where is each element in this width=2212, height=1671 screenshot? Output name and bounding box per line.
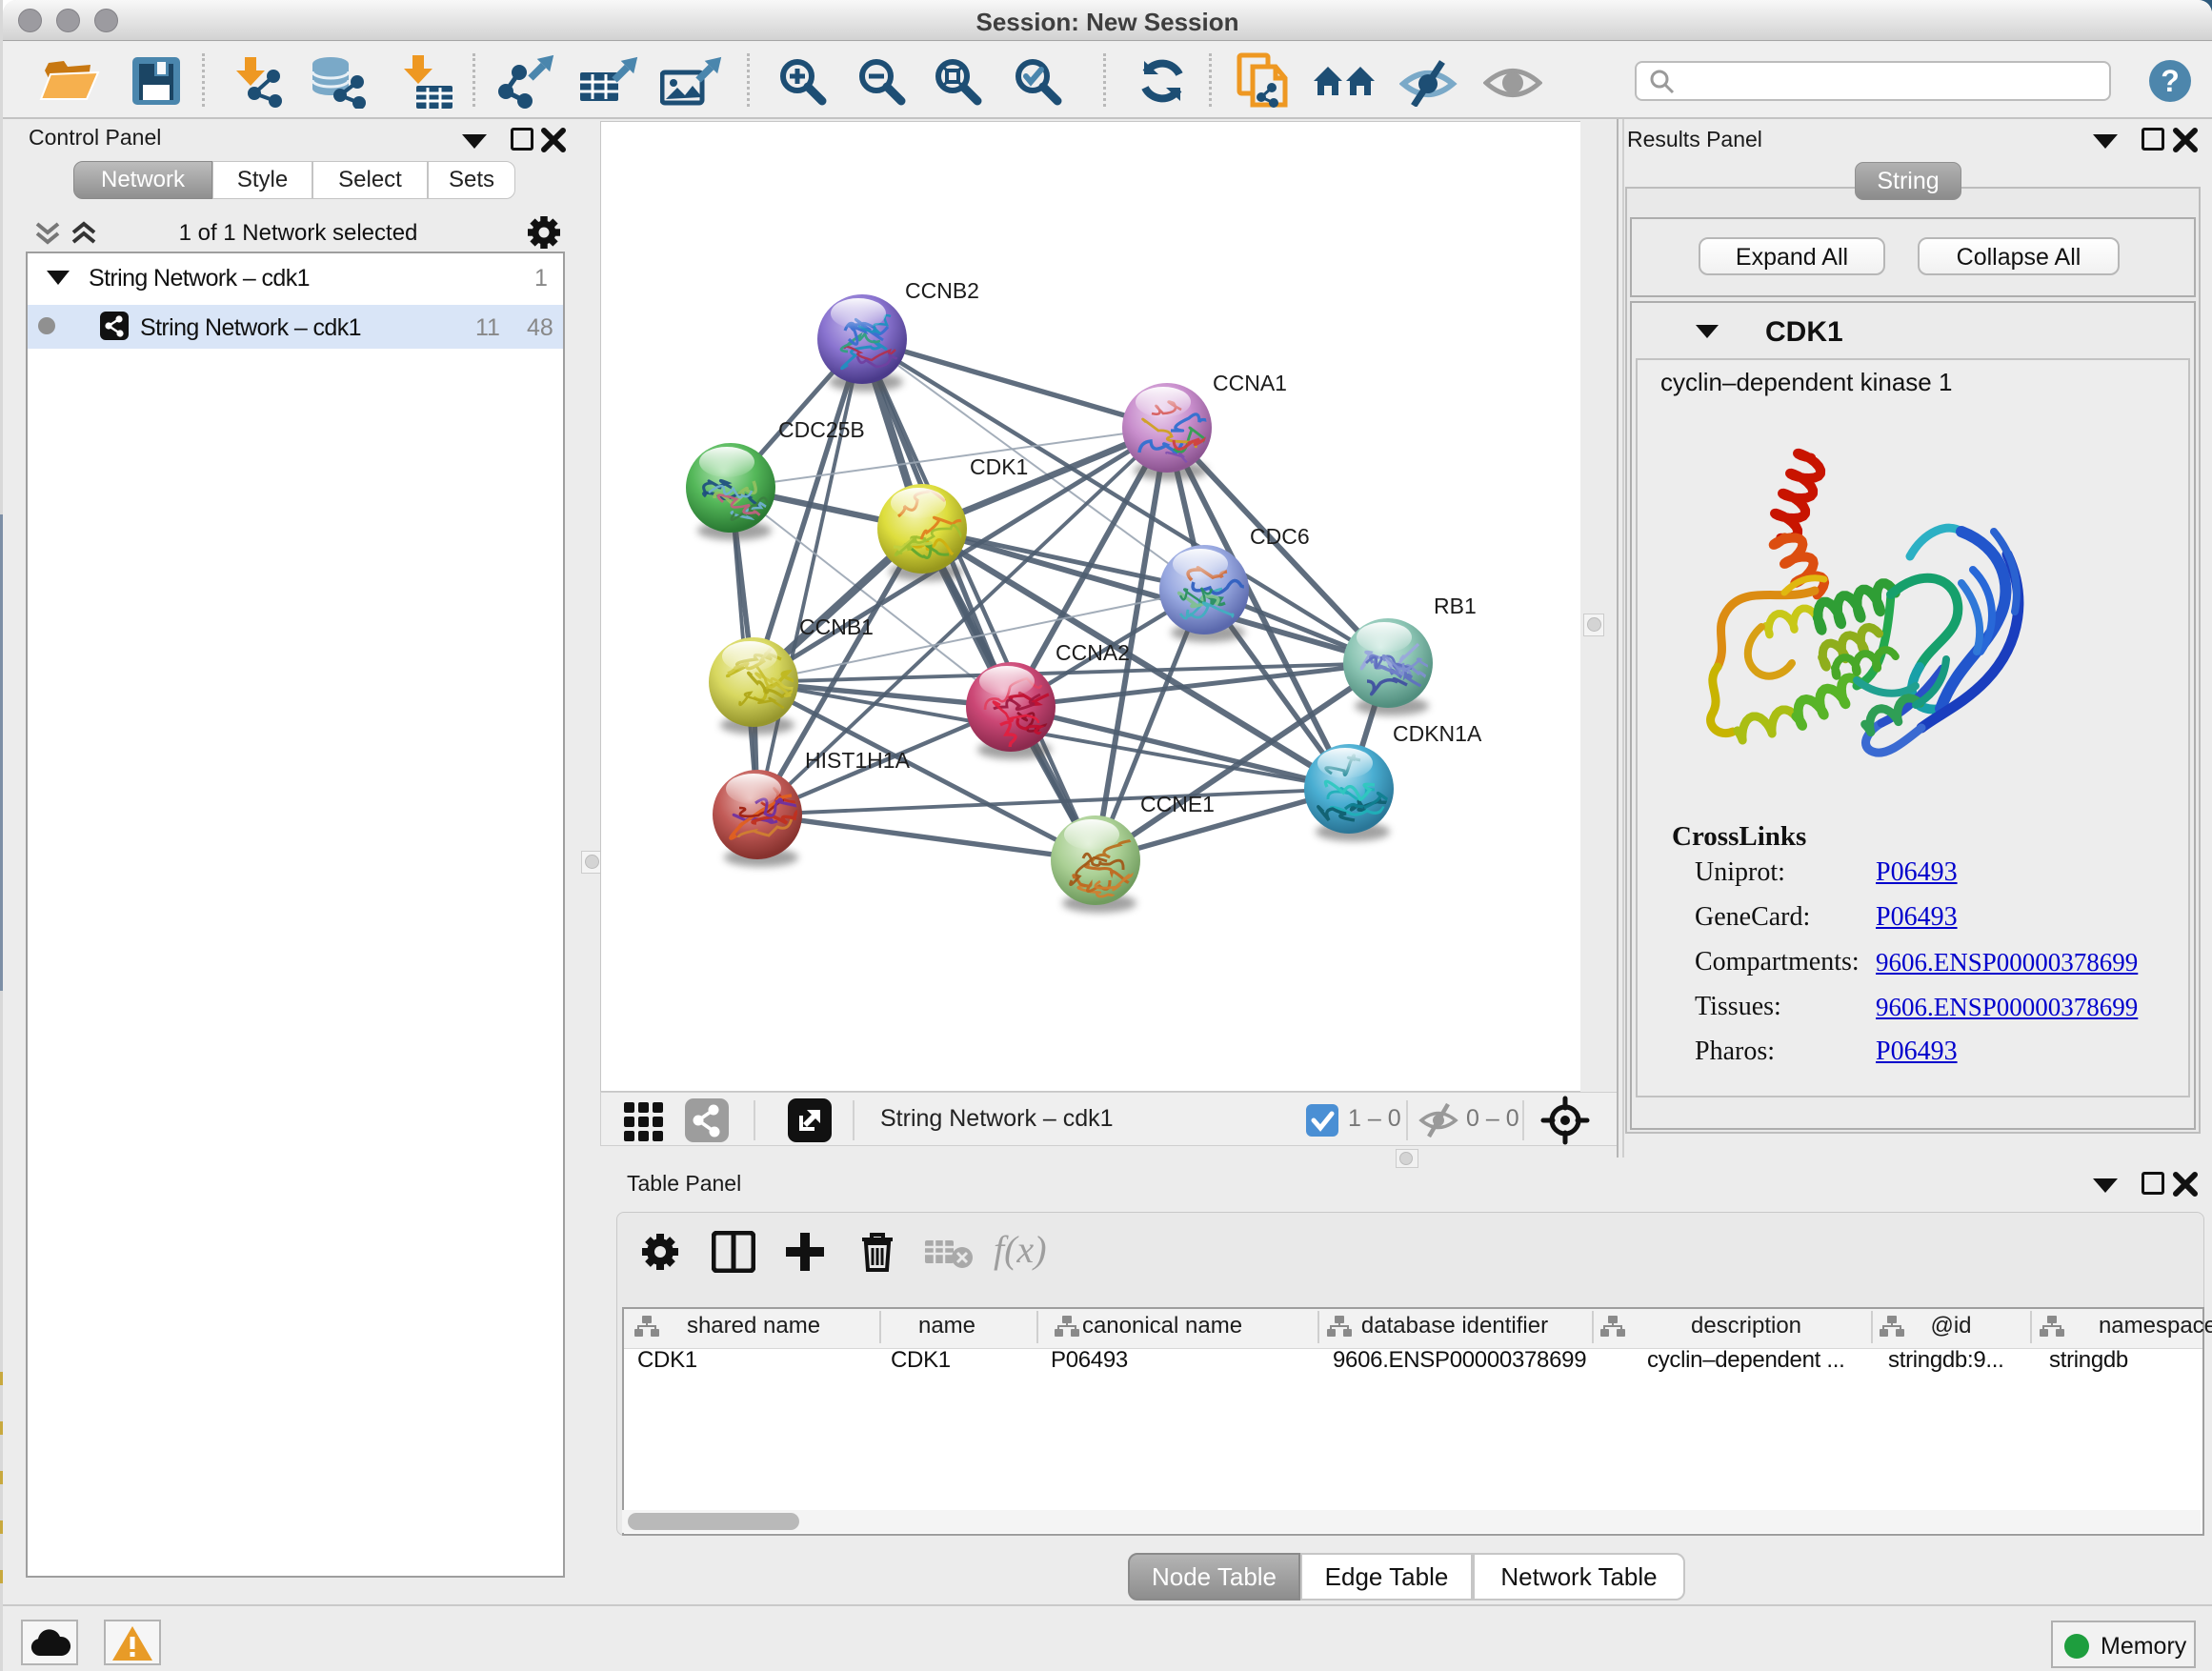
svg-text:RB1: RB1 [1434,594,1477,618]
svg-text:?: ? [2161,64,2180,98]
svg-text:CDC25B: CDC25B [778,417,865,442]
svg-text:CCNB2: CCNB2 [905,278,979,303]
svg-text:CCNA1: CCNA1 [1213,371,1287,395]
svg-text:CCNB1: CCNB1 [799,614,874,639]
svg-text:CCNE1: CCNE1 [1140,792,1215,816]
svg-text:CDC6: CDC6 [1250,524,1310,549]
svg-text:HIST1H1A: HIST1H1A [805,748,911,773]
svg-text:CCNA2: CCNA2 [1056,640,1130,665]
svg-text:CDKN1A: CDKN1A [1393,721,1482,746]
svg-text:CDK1: CDK1 [970,454,1028,479]
